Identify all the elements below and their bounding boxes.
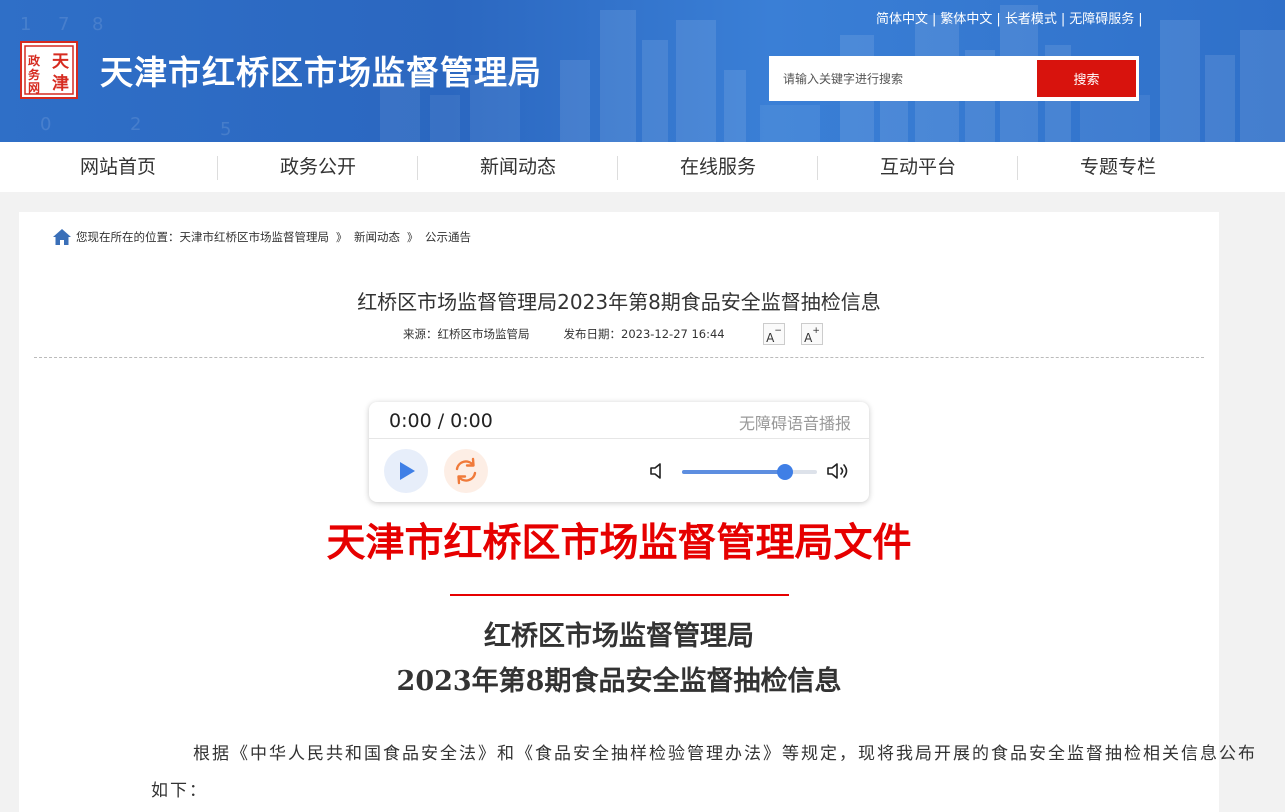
- player-label: 无障碍语音播报: [738, 414, 851, 433]
- nav-item-interaction[interactable]: 互动平台: [818, 142, 1018, 192]
- svg-text:7: 7: [58, 14, 69, 35]
- svg-text:务: 务: [28, 67, 41, 82]
- svg-text:8: 8: [92, 14, 103, 35]
- document-heading: 天津市红桥区市场监督管理局文件: [326, 520, 912, 566]
- volume-knob[interactable]: [776, 464, 793, 480]
- volume-high-icon[interactable]: [826, 462, 852, 480]
- play-icon: [400, 462, 415, 480]
- svg-text:政: 政: [28, 53, 41, 68]
- site-logo[interactable]: 天 津 政 务 网: [20, 41, 78, 99]
- search-input[interactable]: [769, 56, 1034, 101]
- svg-text:1: 1: [20, 14, 31, 35]
- volume-fill: [682, 470, 785, 474]
- link-traditional-chinese[interactable]: 繁体中文: [940, 12, 992, 27]
- link-separator: |: [996, 12, 1001, 27]
- font-increase-button[interactable]: A+: [801, 323, 823, 345]
- plus-icon: +: [812, 326, 820, 336]
- site-header: 178 025 天 津 政 务 网 天津市红桥区市场监督管理局 简体中文 | 繁体中…: [0, 0, 1285, 142]
- svg-text:2: 2: [130, 114, 141, 135]
- replay-icon: [455, 457, 477, 485]
- volume-slider[interactable]: [682, 464, 817, 480]
- link-elder-mode[interactable]: 长者模式: [1005, 12, 1057, 27]
- link-separator: |: [1060, 12, 1066, 27]
- breadcrumb-item-notices[interactable]: 公示通告: [425, 229, 471, 245]
- article-meta: 来源：红桥区市场监管局 发布日期：2023-12-27 16:44: [403, 326, 725, 342]
- title-divider: [34, 357, 1204, 358]
- player-divider: [369, 438, 869, 439]
- volume-low-icon[interactable]: [649, 462, 667, 480]
- svg-text:0: 0: [40, 114, 51, 135]
- breadcrumb-separator: 》: [407, 231, 418, 244]
- document-subtitle-line2: 2023年第8期食品安全监督抽检信息: [396, 666, 842, 697]
- document-paragraph: 根据《中华人民共和国食品安全法》和《食品安全抽样检验管理办法》等规定，现将我局开…: [151, 744, 1257, 801]
- article-date: 发布日期：2023-12-27 16:44: [563, 327, 725, 341]
- content-panel: 您现在所在的位置： 天津市红桥区市场监督管理局 》 新闻动态 》 公示通告 红桥…: [19, 212, 1255, 812]
- nav-item-special-topics[interactable]: 专题专栏: [1018, 142, 1218, 192]
- player-time: 0:00 / 0:00: [389, 410, 493, 432]
- search-box: 搜索: [769, 56, 1139, 101]
- replay-button[interactable]: [444, 449, 488, 493]
- top-links: 简体中文 | 繁体中文 | 长者模式 | 无障碍服务 |: [876, 8, 1147, 27]
- nav-item-government-affairs[interactable]: 政务公开: [218, 142, 418, 192]
- main-nav: 网站首页 政务公开 新闻动态 在线服务 互动平台 专题专栏: [0, 142, 1285, 192]
- nav-item-online-services[interactable]: 在线服务: [618, 142, 818, 192]
- svg-text:网: 网: [28, 81, 40, 95]
- minus-icon: −: [774, 326, 782, 336]
- svg-text:天: 天: [52, 52, 70, 72]
- audio-player: 0:00 / 0:00 无障碍语音播报: [369, 402, 869, 502]
- nav-item-home[interactable]: 网站首页: [18, 142, 218, 192]
- breadcrumb-prefix: 您现在所在的位置：: [76, 230, 180, 244]
- font-decrease-button[interactable]: A−: [763, 323, 785, 345]
- article-title: 红桥区市场监督管理局2023年第8期食品安全监督抽检信息: [357, 290, 881, 314]
- svg-text:津: 津: [52, 73, 69, 94]
- document-subtitle-line1: 红桥区市场监督管理局: [484, 621, 754, 652]
- breadcrumb-item-news[interactable]: 新闻动态: [354, 229, 400, 245]
- nav-item-news[interactable]: 新闻动态: [418, 142, 618, 192]
- link-separator: |: [1138, 12, 1143, 27]
- article-source: 来源：红桥区市场监管局: [403, 327, 530, 341]
- breadcrumb-separator: 》: [336, 231, 347, 244]
- link-simplified-chinese[interactable]: 简体中文: [876, 12, 928, 27]
- logo-seal-icon: 天 津 政 务 网: [24, 45, 74, 95]
- link-accessibility[interactable]: 无障碍服务: [1069, 12, 1134, 27]
- breadcrumb-item-bureau[interactable]: 天津市红桥区市场监督管理局: [180, 229, 330, 245]
- link-separator: |: [932, 12, 937, 27]
- play-button[interactable]: [384, 449, 428, 493]
- search-button[interactable]: 搜索: [1037, 60, 1136, 97]
- home-icon: [53, 229, 71, 245]
- site-title: 天津市红桥区市场监督管理局: [100, 53, 542, 92]
- svg-text:5: 5: [220, 119, 231, 140]
- document-red-line: [450, 594, 789, 596]
- breadcrumb: 您现在所在的位置： 天津市红桥区市场监督管理局 》 新闻动态 》 公示通告: [52, 228, 471, 246]
